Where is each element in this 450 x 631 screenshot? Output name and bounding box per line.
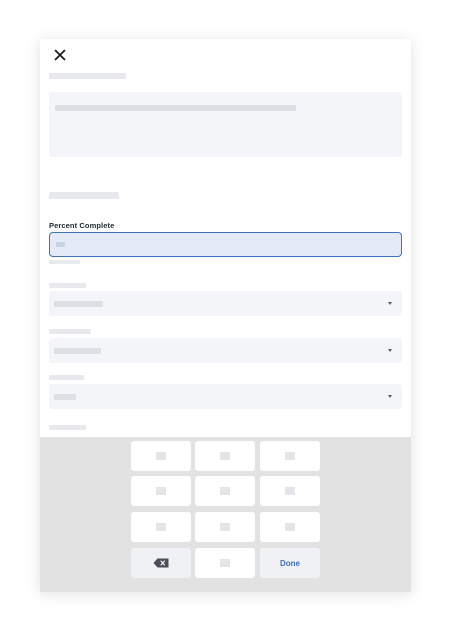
- keypad-key-3[interactable]: [260, 441, 320, 471]
- next-field-label-placeholder: [49, 425, 86, 430]
- done-button-label: Done: [280, 558, 300, 568]
- done-button[interactable]: Done: [260, 548, 320, 578]
- backspace-icon: [153, 558, 169, 568]
- description-text-placeholder: [55, 105, 296, 111]
- select-1-label-placeholder: [49, 283, 86, 288]
- description-area[interactable]: [49, 92, 402, 157]
- close-button[interactable]: [50, 45, 70, 65]
- input-value-placeholder: [56, 242, 65, 247]
- subsection-heading-placeholder: [49, 192, 119, 199]
- select-3-value-placeholder: [54, 394, 76, 400]
- percent-complete-label: Percent Complete: [49, 221, 115, 230]
- backspace-button[interactable]: [131, 548, 191, 578]
- keypad-key-4[interactable]: [131, 476, 191, 506]
- helper-text-placeholder: [49, 260, 80, 264]
- keypad-key-5[interactable]: [195, 476, 255, 506]
- select-3-label-placeholder: [49, 375, 84, 380]
- select-2[interactable]: [49, 338, 402, 363]
- select-2-value-placeholder: [54, 348, 101, 354]
- chevron-down-icon: [388, 349, 392, 352]
- numeric-keypad: Done: [40, 437, 411, 592]
- select-3[interactable]: [49, 384, 402, 409]
- keypad-key-2[interactable]: [195, 441, 255, 471]
- percent-complete-input[interactable]: [49, 232, 402, 257]
- keypad-key-7[interactable]: [131, 512, 191, 542]
- keypad-key-6[interactable]: [260, 476, 320, 506]
- close-icon: [54, 49, 66, 61]
- keypad-key-0[interactable]: [195, 548, 255, 578]
- keypad-key-8[interactable]: [195, 512, 255, 542]
- keypad-key-1[interactable]: [131, 441, 191, 471]
- chevron-down-icon: [388, 395, 392, 398]
- chevron-down-icon: [388, 302, 392, 305]
- select-1-value-placeholder: [54, 301, 103, 307]
- select-1[interactable]: [49, 291, 402, 316]
- form-sheet: Percent Complete Done: [40, 39, 411, 592]
- section-heading-placeholder: [49, 73, 126, 79]
- keypad-key-9[interactable]: [260, 512, 320, 542]
- select-2-label-placeholder: [49, 329, 91, 334]
